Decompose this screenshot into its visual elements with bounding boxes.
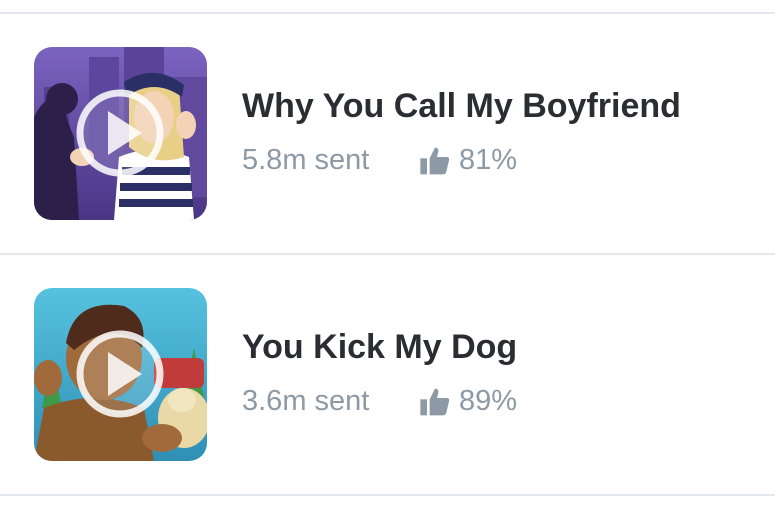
play-circle-icon [76,330,164,418]
likes-percent: 81% [459,144,518,176]
play-circle-icon [76,89,164,177]
sent-count: 3.6m sent [242,385,370,417]
likes-percent: 89% [459,385,518,417]
divider [0,494,775,496]
list-item[interactable]: Why You Call My Boyfriend 5.8m sent 81% [0,14,775,252]
video-title[interactable]: Why You Call My Boyfriend [242,87,681,126]
video-list: Why You Call My Boyfriend 5.8m sent 81% [0,0,775,515]
likes-rating: 89% [419,385,517,418]
likes-rating: 81% [419,144,517,177]
video-thumbnail[interactable] [34,288,207,461]
video-thumbnail[interactable] [34,47,207,220]
video-title[interactable]: You Kick My Dog [242,328,517,367]
list-item[interactable]: You Kick My Dog 3.6m sent 89% [0,255,775,493]
thumbs-up-icon [420,388,450,415]
sent-count: 5.8m sent [242,144,370,176]
thumbs-up-icon [420,147,450,174]
